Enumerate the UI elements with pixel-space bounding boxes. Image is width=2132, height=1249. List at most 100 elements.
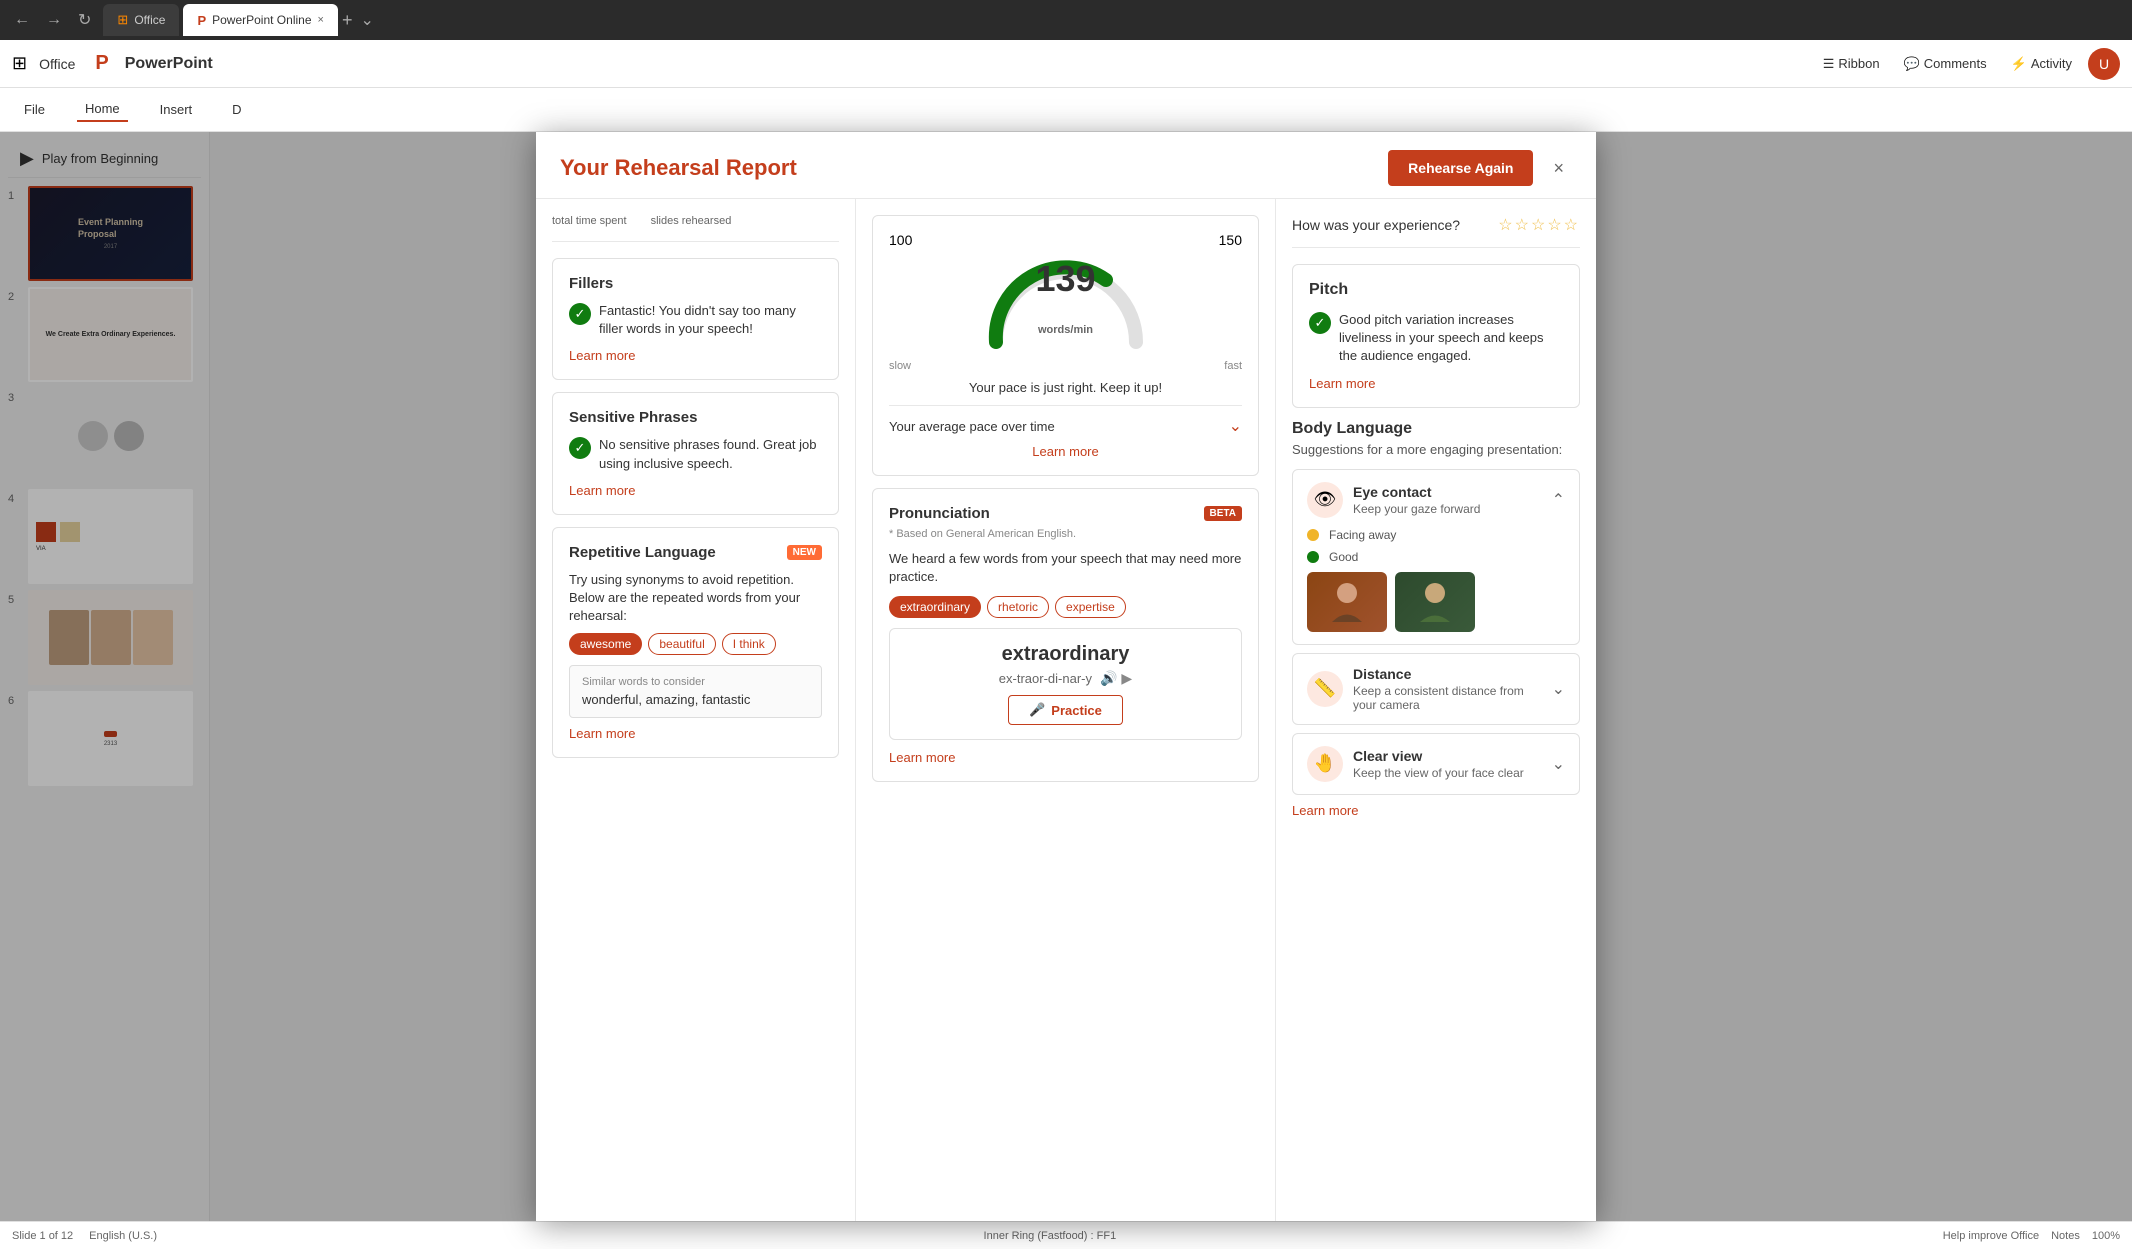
ribbon: File Home Insert D <box>0 88 2132 132</box>
waffle-icon[interactable]: ⊞ <box>12 53 27 74</box>
bl-item-clear-view: 🤚 Clear view Keep the view of your face … <box>1292 733 1580 795</box>
status-right: Help improve Office Notes 100% <box>1943 1230 2120 1242</box>
pronunciation-section: Pronunciation BETA * Based on General Am… <box>872 488 1259 782</box>
body-language-title: Body Language <box>1292 420 1580 438</box>
activity-icon: ⚡ <box>2011 56 2027 72</box>
bl-item-eye-contact: 👁 Eye contact Keep your gaze forward ⌃ <box>1292 469 1580 645</box>
close-modal-button[interactable]: × <box>1545 154 1572 183</box>
overlay-panel: Your Rehearsal Report Rehearse Again × t… <box>0 132 2132 1221</box>
pron-tag-rhetoric[interactable]: rhetoric <box>987 596 1049 618</box>
experience-stars[interactable]: ☆☆☆☆☆ <box>1498 215 1580 235</box>
pron-tag-expertise[interactable]: expertise <box>1055 596 1126 618</box>
bl-eye-info: Eye contact Keep your gaze forward <box>1353 484 1480 516</box>
pron-tag-extraordinary[interactable]: extraordinary <box>889 596 981 618</box>
bl-distance-chevron[interactable]: ⌄ <box>1552 679 1565 699</box>
pronunciation-sub: * Based on General American English. <box>889 528 1242 540</box>
tab-close-btn[interactable]: × <box>318 14 324 26</box>
bl-eye-images <box>1307 572 1565 632</box>
similar-label: Similar words to consider <box>582 676 809 688</box>
tab-office[interactable]: ⊞ Office <box>103 4 179 36</box>
pace-learn-more[interactable]: Learn more <box>889 444 1242 459</box>
pronunciation-learn-more[interactable]: Learn more <box>889 750 1242 765</box>
gauge-section: 100 150 139 wor <box>872 215 1259 476</box>
bl-clearview-left: 🤚 Clear view Keep the view of your face … <box>1307 746 1524 782</box>
repetitive-learn-more[interactable]: Learn more <box>569 726 822 741</box>
avatar[interactable]: U <box>2088 48 2120 80</box>
body-language-learn-more[interactable]: Learn more <box>1292 803 1580 818</box>
ribbon-icon: ☰ <box>1823 56 1835 72</box>
sensitive-check-icon: ✓ <box>569 437 591 459</box>
activity-label: Activity <box>2031 56 2072 71</box>
sensitive-text: No sensitive phrases found. Great job us… <box>599 436 822 472</box>
tab-powerpoint[interactable]: P PowerPoint Online × <box>183 4 338 36</box>
right-panel: How was your experience? ☆☆☆☆☆ Pitch ✓ G… <box>1276 199 1596 1221</box>
comments-btn[interactable]: 💬 Comments <box>1896 52 1995 76</box>
more-tabs-button[interactable]: ⌄ <box>356 6 377 34</box>
gauge-unit: words/min <box>1038 324 1093 336</box>
modal-body: total time spent slides rehearsed Filler… <box>536 199 1596 1221</box>
slides-rehearsed-label: slides rehearsed <box>651 215 732 227</box>
gauge-label-100: 100 <box>889 232 912 248</box>
ribbon-toggle[interactable]: ☰ Ribbon <box>1815 52 1888 76</box>
tab-office-label: Office <box>134 13 165 27</box>
pitch-title: Pitch <box>1309 281 1563 299</box>
bl-eye-desc: Keep your gaze forward <box>1353 502 1480 516</box>
video-icon[interactable]: ▶ <box>1121 670 1132 687</box>
distance-icon: 📏 <box>1307 671 1343 707</box>
ribbon-insert[interactable]: Insert <box>152 98 201 121</box>
refresh-button[interactable]: ↻ <box>74 6 95 34</box>
bl-distance-desc: Keep a consistent distance from your cam… <box>1353 684 1542 712</box>
forward-button[interactable]: → <box>42 7 66 33</box>
tab-powerpoint-label: PowerPoint Online <box>212 13 311 27</box>
ribbon-file[interactable]: File <box>16 98 53 121</box>
audio-icon[interactable]: 🔊 <box>1100 670 1117 687</box>
bl-distance-info: Distance Keep a consistent distance from… <box>1353 666 1542 712</box>
sensitive-success-row: ✓ No sensitive phrases found. Great job … <box>569 436 822 472</box>
status-good: Good <box>1329 550 1358 564</box>
rehearse-again-button[interactable]: Rehearse Again <box>1388 150 1533 186</box>
eye-facing-image <box>1307 572 1387 632</box>
activity-btn[interactable]: ⚡ Activity <box>2003 52 2080 76</box>
help-improve[interactable]: Help improve Office <box>1943 1230 2039 1242</box>
left-panel: total time spent slides rehearsed Filler… <box>536 199 856 1221</box>
eye-good-image <box>1395 572 1475 632</box>
experience-row: How was your experience? ☆☆☆☆☆ <box>1292 215 1580 248</box>
sensitive-phrases-card: Sensitive Phrases ✓ No sensitive phrases… <box>552 392 839 514</box>
sensitive-learn-more[interactable]: Learn more <box>569 483 822 498</box>
browser-chrome: ← → ↻ ⊞ Office P PowerPoint Online × + ⌄ <box>0 0 2132 40</box>
bl-clearview-desc: Keep the view of your face clear <box>1353 766 1524 780</box>
slide-info: Slide 1 of 12 <box>12 1230 73 1242</box>
summary-row: total time spent slides rehearsed <box>552 215 839 242</box>
pronunciation-header: Pronunciation BETA <box>889 505 1242 522</box>
notes-btn[interactable]: Notes <box>2051 1230 2080 1242</box>
middle-panel: 100 150 139 wor <box>856 199 1276 1221</box>
ribbon-home[interactable]: Home <box>77 97 128 122</box>
browser-tabs: ⊞ Office P PowerPoint Online × + ⌄ <box>103 4 377 36</box>
similar-box: Similar words to consider wonderful, ama… <box>569 665 822 718</box>
pace-text: Your pace is just right. Keep it up! <box>889 380 1242 395</box>
repetitive-card: Repetitive Language NEW Try using synony… <box>552 527 839 759</box>
pace-expand-chevron[interactable]: ⌄ <box>1229 416 1242 436</box>
pp-favicon: P <box>197 13 206 28</box>
bl-eye-header: 👁 Eye contact Keep your gaze forward ⌃ <box>1307 482 1565 518</box>
top-right-actions: ☰ Ribbon 💬 Comments ⚡ Activity U <box>1815 48 2120 80</box>
practice-button[interactable]: 🎤 Practice <box>1008 695 1123 725</box>
fillers-learn-more[interactable]: Learn more <box>569 348 822 363</box>
ribbon-design[interactable]: D <box>224 98 249 121</box>
bl-clearview-info: Clear view Keep the view of your face cl… <box>1353 748 1524 780</box>
language: English (U.S.) <box>89 1230 157 1242</box>
main-layout: ▶ Play from Beginning 1 Event PlanningPr… <box>0 132 2132 1221</box>
total-time-item: total time spent <box>552 215 627 229</box>
bl-clearview-chevron[interactable]: ⌄ <box>1552 754 1565 774</box>
back-button[interactable]: ← <box>10 7 34 33</box>
eye-contact-icon: 👁 <box>1307 482 1343 518</box>
pitch-learn-more[interactable]: Learn more <box>1309 376 1563 391</box>
repetitive-tags: awesome beautiful I think <box>569 633 822 655</box>
modal-header: Your Rehearsal Report Rehearse Again × <box>536 132 1596 199</box>
zoom-level: 100% <box>2092 1230 2120 1242</box>
slow-label: slow <box>889 360 911 372</box>
clear-view-icon: 🤚 <box>1307 746 1343 782</box>
green-dot <box>1307 551 1319 563</box>
new-tab-button[interactable]: + <box>342 10 353 31</box>
bl-eye-chevron[interactable]: ⌃ <box>1552 490 1565 510</box>
